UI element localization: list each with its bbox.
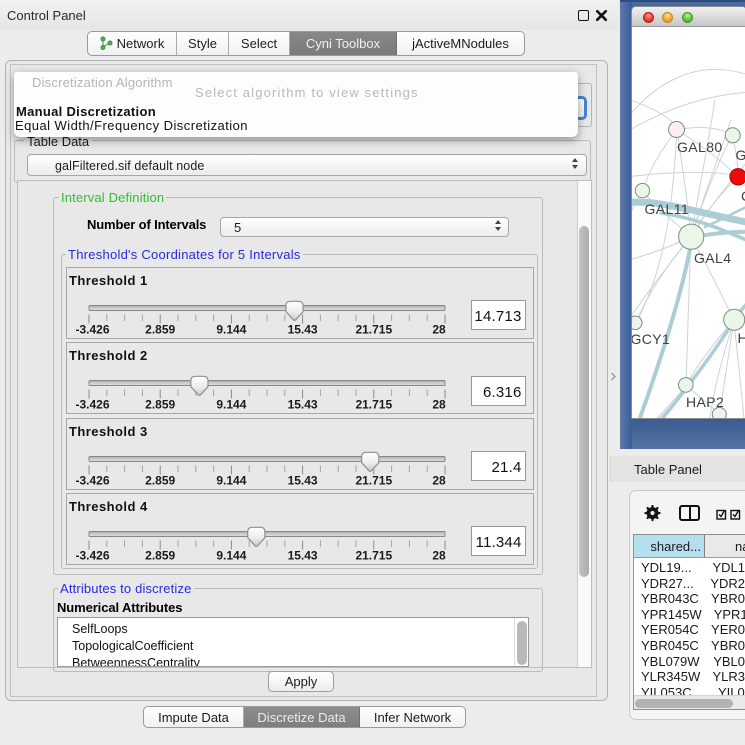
svg-text:9.144: 9.144 bbox=[216, 548, 246, 562]
svg-text:2.859: 2.859 bbox=[145, 322, 175, 336]
svg-text:15.43: 15.43 bbox=[288, 398, 318, 412]
svg-text:G: G bbox=[736, 147, 745, 163]
svg-text:-3.426: -3.426 bbox=[75, 548, 109, 562]
svg-text:21.715: 21.715 bbox=[355, 548, 392, 562]
svg-text:GAL80: GAL80 bbox=[677, 139, 723, 155]
svg-text:2.859: 2.859 bbox=[145, 548, 175, 562]
svg-text:21.715: 21.715 bbox=[355, 322, 392, 336]
svg-text:2.859: 2.859 bbox=[145, 398, 175, 412]
svg-text:9.144: 9.144 bbox=[216, 322, 246, 336]
svg-text:-3.426: -3.426 bbox=[75, 322, 109, 336]
svg-text:GAL11: GAL11 bbox=[645, 201, 690, 217]
svg-text:15.43: 15.43 bbox=[288, 322, 318, 336]
svg-text:28: 28 bbox=[432, 322, 446, 336]
svg-text:GCY1: GCY1 bbox=[632, 331, 670, 347]
svg-text:GAL4: GAL4 bbox=[694, 250, 731, 266]
svg-text:9.144: 9.144 bbox=[216, 473, 246, 487]
svg-text:-3.426: -3.426 bbox=[75, 398, 109, 412]
svg-text:28: 28 bbox=[432, 398, 446, 412]
svg-text:C: C bbox=[741, 188, 745, 204]
svg-text:15.43: 15.43 bbox=[288, 548, 318, 562]
svg-text:HAP2: HAP2 bbox=[686, 394, 724, 410]
svg-text:21.715: 21.715 bbox=[355, 473, 392, 487]
svg-text:2.859: 2.859 bbox=[145, 473, 175, 487]
svg-text:9.144: 9.144 bbox=[216, 398, 246, 412]
svg-text:21.715: 21.715 bbox=[355, 398, 392, 412]
svg-text:15.43: 15.43 bbox=[288, 473, 318, 487]
svg-text:28: 28 bbox=[432, 473, 446, 487]
svg-text:H: H bbox=[738, 330, 745, 346]
svg-text:-3.426: -3.426 bbox=[75, 473, 109, 487]
svg-text:28: 28 bbox=[432, 548, 446, 562]
